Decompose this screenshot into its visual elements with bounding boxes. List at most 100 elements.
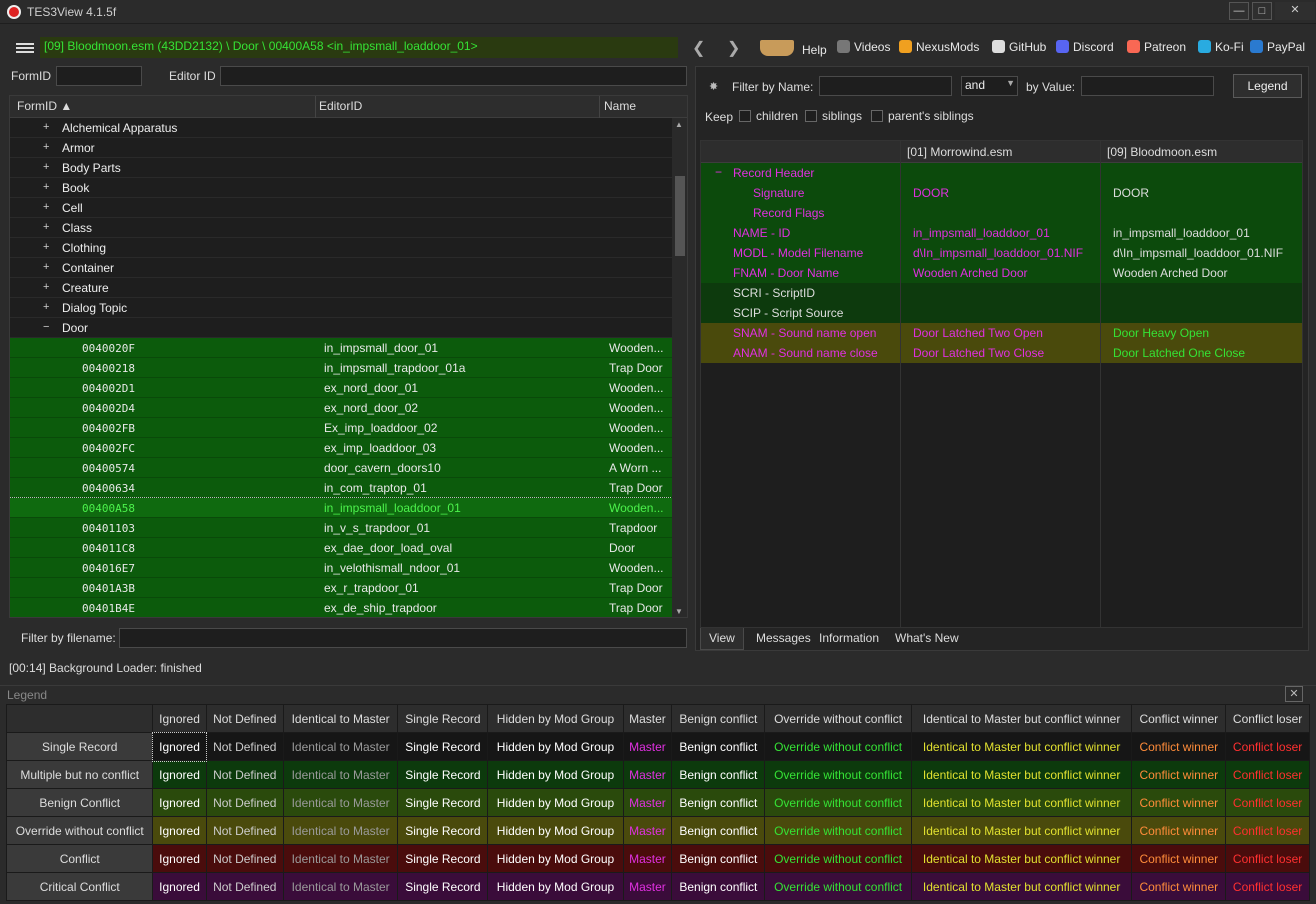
record-field-row[interactable]: SCRI - ScriptID xyxy=(701,283,1302,303)
selected-record-row[interactable]: 00400A58 in_impsmall_loaddoor_01 Wooden... xyxy=(10,497,673,519)
back-arrow-icon[interactable]: ❮ xyxy=(692,38,705,58)
tab-whatsnew[interactable]: What's New xyxy=(887,628,967,650)
expand-icon[interactable]: + xyxy=(43,141,49,153)
record-row[interactable]: 004002D1 ex_nord_door_01 Wooden... xyxy=(10,378,672,398)
tree-category-row[interactable]: + Dialog Topic xyxy=(10,298,672,318)
keep-parents-siblings-checkbox[interactable]: parent's siblings xyxy=(871,109,974,123)
pin-icon[interactable]: ✸ xyxy=(709,80,718,93)
collapse-icon[interactable]: − xyxy=(43,321,49,333)
tree-category-row[interactable]: + Creature xyxy=(10,278,672,298)
filter-value-input[interactable] xyxy=(1081,76,1214,96)
legend-button[interactable]: Legend xyxy=(1233,74,1302,98)
name-column-header[interactable]: Name xyxy=(604,99,636,113)
record-field-row[interactable]: MODL - Model Filename d\In_impsmall_loadd… xyxy=(701,243,1302,263)
link-kofi[interactable]: Ko-Fi xyxy=(1198,40,1244,54)
record-row[interactable]: 00400218 in_impsmall_trapdoor_01a Trap Doo… xyxy=(10,358,672,378)
keep-children-checkbox[interactable]: children xyxy=(739,109,798,123)
record-field-row[interactable]: ANAM - Sound name close Door Latched Two … xyxy=(701,343,1302,363)
record-field-row[interactable]: SCIP - Script Source xyxy=(701,303,1302,323)
close-button[interactable]: ✕ xyxy=(1275,2,1315,20)
record-field-row[interactable]: Signature DOOR DOOR xyxy=(701,183,1302,203)
field-name: ANAM - Sound name close xyxy=(733,346,878,360)
link-videos[interactable]: Videos xyxy=(837,40,890,54)
filter-name-input[interactable] xyxy=(819,76,952,96)
tree-category-row[interactable]: + Book xyxy=(10,178,672,198)
paypal-icon xyxy=(1250,40,1263,53)
editorid-cell: ex_de_ship_trapdoor xyxy=(324,601,437,615)
tree-category-row[interactable]: + Container xyxy=(10,258,672,278)
legend-cell: Identical to Master but conflict winner xyxy=(910,732,1133,761)
legend-close-icon[interactable]: ✕ xyxy=(1285,686,1303,702)
filter-operator-value: and xyxy=(965,78,986,92)
link-discord[interactable]: Discord xyxy=(1056,40,1114,54)
formid-cell: 00401A3B xyxy=(82,582,135,595)
minimize-button[interactable]: — xyxy=(1229,2,1249,20)
formid-column-header[interactable]: FormID ▲ xyxy=(17,99,72,113)
legend-cell: Single Record xyxy=(397,872,489,901)
legend-col-header: Identical to Master xyxy=(282,704,399,733)
editorid-input[interactable] xyxy=(220,66,687,86)
formid-input[interactable] xyxy=(56,66,142,86)
expand-icon[interactable]: + xyxy=(43,281,49,293)
tree-category-row[interactable]: + Armor xyxy=(10,138,672,158)
record-field-row[interactable]: FNAM - Door Name Wooden Arched Door Wooden… xyxy=(701,263,1302,283)
tree-category-row[interactable]: + Clothing xyxy=(10,238,672,258)
expand-icon[interactable]: + xyxy=(43,241,49,253)
expand-icon[interactable]: + xyxy=(43,121,49,133)
legend-title: Legend xyxy=(7,688,48,702)
tab-information[interactable]: Information xyxy=(811,628,887,650)
expand-icon[interactable]: + xyxy=(43,181,49,193)
legend-cell: Conflict winner xyxy=(1131,760,1227,789)
editorid-column-header[interactable]: EditorID xyxy=(319,99,362,113)
record-row[interactable]: 004002D4 ex_nord_door_02 Wooden... xyxy=(10,398,672,418)
filter-operator-select[interactable]: and ▼ xyxy=(961,76,1018,96)
keep-siblings-checkbox[interactable]: siblings xyxy=(805,109,862,123)
tree-category-row[interactable]: + Cell xyxy=(10,198,672,218)
legend-cell: Benign conflict xyxy=(671,788,766,817)
menu-icon[interactable] xyxy=(16,43,34,45)
record-row[interactable]: 00401103 in_v_s_trapdoor_01 Trapdoor xyxy=(10,518,672,538)
record-row[interactable]: 004016E7 in_velothismall_ndoor_01 Wooden..… xyxy=(10,558,672,578)
expand-icon[interactable]: + xyxy=(43,261,49,273)
legend-cell: Single Record xyxy=(397,816,489,845)
link-github[interactable]: GitHub xyxy=(992,40,1046,54)
category-label: Door xyxy=(62,321,89,335)
legend-cell: Conflict winner xyxy=(1131,872,1227,901)
expand-icon[interactable]: + xyxy=(43,201,49,213)
filename-filter-input[interactable] xyxy=(119,628,687,648)
record-row[interactable]: 00401A3B ex_r_trapdoor_01 Trap Door xyxy=(10,578,672,598)
link-help[interactable]: Help xyxy=(760,40,827,57)
forward-arrow-icon[interactable]: ❯ xyxy=(727,38,740,58)
expand-icon[interactable]: + xyxy=(43,301,49,313)
field-name: SNAM - Sound name open xyxy=(733,326,877,340)
tree-category-row[interactable]: + Body Parts xyxy=(10,158,672,178)
maximize-button[interactable]: □ xyxy=(1252,2,1272,20)
tree-scrollbar[interactable]: ▲ ▼ xyxy=(672,118,687,617)
record-field-row[interactable]: Record Flags xyxy=(701,203,1302,223)
record-row[interactable]: 004002FC ex_imp_loaddoor_03 Wooden... xyxy=(10,438,672,458)
collapse-icon[interactable]: − xyxy=(715,165,722,179)
tree-category-row[interactable]: + Class xyxy=(10,218,672,238)
record-row[interactable]: 004011C8 ex_dae_door_load_oval Door xyxy=(10,538,672,558)
scrollbar-thumb[interactable] xyxy=(675,176,685,256)
tree-category-row[interactable]: + Alchemical Apparatus xyxy=(10,118,672,138)
link-label: Videos xyxy=(854,40,891,54)
legend-col-header: Conflict loser xyxy=(1225,704,1310,733)
link-label: Help xyxy=(802,43,827,57)
link-nexusmods[interactable]: NexusMods xyxy=(899,40,979,54)
record-row[interactable]: 00401B4E ex_de_ship_trapdoor Trap Door xyxy=(10,598,672,617)
record-row[interactable]: 00400634 in_com_traptop_01 Trap Door xyxy=(10,478,672,498)
expand-icon[interactable]: + xyxy=(43,221,49,233)
tab-messages[interactable]: Messages xyxy=(748,628,819,650)
record-row[interactable]: 004002FB Ex_imp_loaddoor_02 Wooden... xyxy=(10,418,672,438)
tab-view[interactable]: View xyxy=(700,628,744,650)
link-paypal[interactable]: PayPal xyxy=(1250,40,1305,54)
record-row[interactable]: 0040020F in_impsmall_door_01 Wooden... xyxy=(10,338,672,358)
record-field-row[interactable]: − Record Header xyxy=(701,163,1302,183)
tree-category-row-door[interactable]: − Door xyxy=(10,318,672,338)
expand-icon[interactable]: + xyxy=(43,161,49,173)
link-patreon[interactable]: Patreon xyxy=(1127,40,1186,54)
record-field-row[interactable]: NAME - ID in_impsmall_loaddoor_01 in_impsm… xyxy=(701,223,1302,243)
record-row[interactable]: 00400574 door_cavern_doors10 A Worn ... xyxy=(10,458,672,478)
record-field-row[interactable]: SNAM - Sound name open Door Latched Two O… xyxy=(701,323,1302,343)
